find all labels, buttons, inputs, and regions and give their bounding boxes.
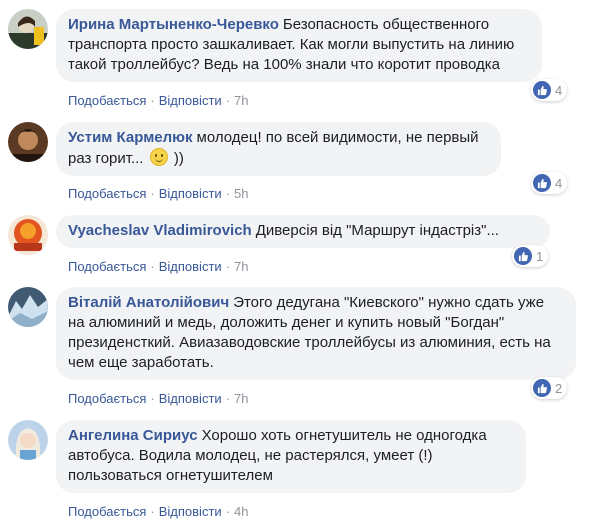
comment-text-end: )) bbox=[173, 150, 184, 167]
separator: · bbox=[225, 186, 231, 201]
comment-actions: Подобається · Відповісти · 7h bbox=[68, 391, 248, 407]
comment-time[interactable]: 7h bbox=[234, 93, 248, 108]
comment-author[interactable]: Ангелина Сириус bbox=[68, 427, 198, 444]
like-button[interactable]: Подобається bbox=[68, 186, 146, 201]
avatar-image bbox=[8, 420, 48, 460]
separator: · bbox=[150, 93, 155, 108]
avatar-image bbox=[8, 9, 48, 49]
like-button[interactable]: Подобається bbox=[68, 504, 146, 519]
reply-button[interactable]: Відповісти bbox=[159, 259, 222, 274]
like-button[interactable]: Подобається bbox=[68, 259, 146, 274]
comment-bubble: Ангелина Сириус Хорошо хоть огнетушитель … bbox=[56, 420, 526, 493]
like-reaction-icon bbox=[533, 174, 551, 192]
smile-emoji-icon bbox=[149, 148, 168, 166]
like-reaction-icon bbox=[533, 81, 551, 99]
reaction-number: 1 bbox=[536, 248, 544, 264]
reply-button[interactable]: Відповісти bbox=[159, 186, 222, 201]
comment-author[interactable]: Ирина Мартыненко-Черевко bbox=[68, 16, 279, 33]
avatar-image bbox=[8, 215, 48, 255]
avatar[interactable] bbox=[8, 215, 48, 255]
comment-bubble: Ирина Мартыненко-Черевко Безопасность общ… bbox=[56, 9, 542, 82]
like-button[interactable]: Подобається bbox=[68, 93, 146, 108]
reaction-count[interactable]: 4 bbox=[531, 172, 568, 194]
comment-bubble: Vyacheslav Vladimirovich Диверсія від "Ма… bbox=[56, 215, 550, 248]
separator: · bbox=[225, 259, 231, 274]
separator: · bbox=[150, 259, 155, 274]
reaction-number: 4 bbox=[555, 175, 563, 191]
separator: · bbox=[225, 391, 231, 406]
comment-bubble: Віталій Анатолійович Этого дедугана "Киев… bbox=[56, 287, 576, 380]
comment-author[interactable]: Віталій Анатолійович bbox=[68, 294, 229, 311]
comment-time[interactable]: 4h bbox=[234, 504, 248, 519]
comment-actions: Подобається · Відповісти · 7h bbox=[68, 259, 248, 275]
reply-button[interactable]: Відповісти bbox=[159, 93, 222, 108]
like-reaction-icon bbox=[514, 247, 532, 265]
reaction-number: 2 bbox=[555, 380, 563, 396]
separator: · bbox=[150, 504, 155, 519]
avatar[interactable] bbox=[8, 420, 48, 460]
like-reaction-icon bbox=[533, 379, 551, 397]
comment-actions: Подобається · Відповісти · 7h bbox=[68, 93, 248, 109]
reaction-count[interactable]: 2 bbox=[531, 377, 568, 399]
reaction-number: 4 bbox=[555, 82, 563, 98]
avatar[interactable] bbox=[8, 287, 48, 327]
reaction-count[interactable]: 4 bbox=[531, 79, 568, 101]
avatar[interactable] bbox=[8, 9, 48, 49]
avatar[interactable] bbox=[8, 122, 48, 162]
comment-time[interactable]: 5h bbox=[234, 186, 248, 201]
comment-author[interactable]: Vyacheslav Vladimirovich bbox=[68, 222, 252, 239]
comment-actions: Подобається · Відповісти · 4h bbox=[68, 504, 248, 520]
avatar-image bbox=[8, 287, 48, 327]
like-button[interactable]: Подобається bbox=[68, 391, 146, 406]
separator: · bbox=[225, 93, 231, 108]
comment-text: Диверсія від "Маршрут індастріз"... bbox=[255, 222, 499, 239]
comment-time[interactable]: 7h bbox=[234, 259, 248, 274]
comment-time[interactable]: 7h bbox=[234, 391, 248, 406]
reaction-count[interactable]: 1 bbox=[512, 245, 549, 267]
reply-button[interactable]: Відповісти bbox=[159, 504, 222, 519]
separator: · bbox=[150, 391, 155, 406]
avatar-image bbox=[8, 122, 48, 162]
comment-bubble: Устим Кармелюк молодец! по всей видимости… bbox=[56, 122, 501, 176]
reply-button[interactable]: Відповісти bbox=[159, 391, 222, 406]
separator: · bbox=[225, 504, 231, 519]
comment-author[interactable]: Устим Кармелюк bbox=[68, 129, 193, 146]
comment-actions: Подобається · Відповісти · 5h bbox=[68, 186, 248, 202]
separator: · bbox=[150, 186, 155, 201]
